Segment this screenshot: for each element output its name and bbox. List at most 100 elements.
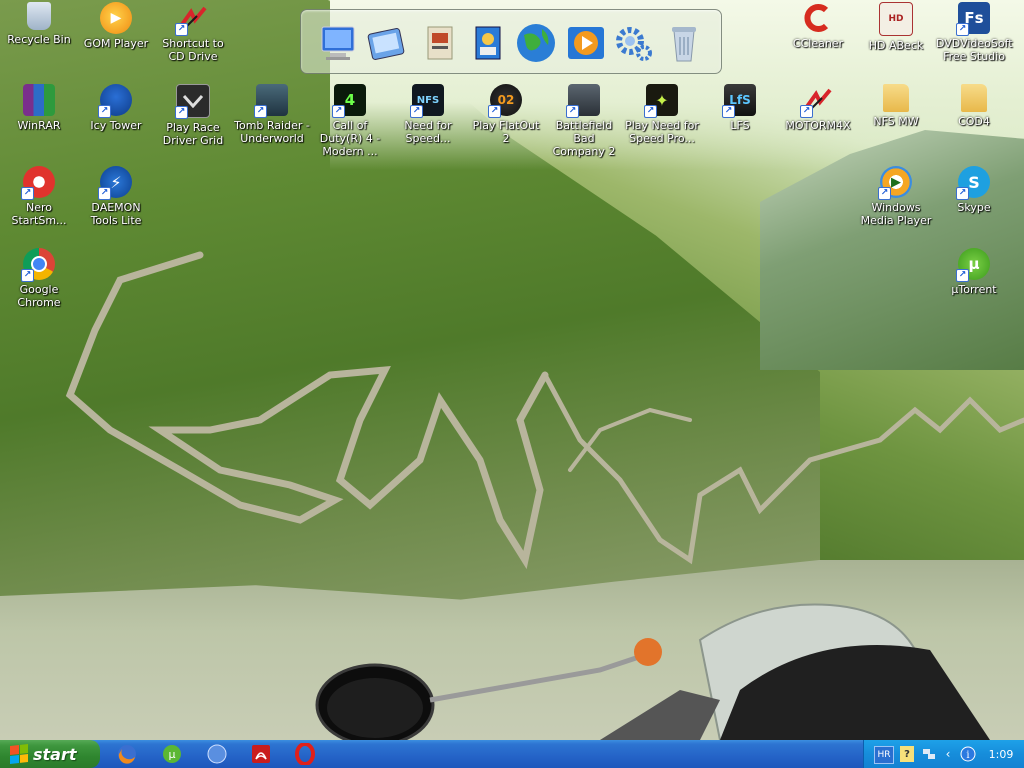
desktop-icon-lfs[interactable]: LfS ↗ LFS — [702, 84, 778, 132]
desktop-icon-label: DAEMON Tools Lite — [90, 201, 142, 227]
desktop-icon-motorm4x[interactable]: ↗ MOTORM4X — [780, 84, 856, 132]
desktop-icon-label: NFS MW — [873, 115, 919, 128]
desktop-icon-label: Recycle Bin — [7, 33, 71, 46]
desktop-icon-label: HD ABeck — [868, 39, 924, 52]
adobe-reader-icon[interactable] — [250, 743, 272, 765]
shortcut-arrow-icon: ↗ — [644, 105, 657, 118]
start-button[interactable]: start — [0, 740, 100, 768]
utorrent-icon[interactable]: µ — [161, 743, 183, 765]
desktop-icon-label: Nero StartSm... — [11, 201, 67, 227]
ccleaner-icon — [802, 2, 834, 34]
desktop-icon-label: Skype — [957, 201, 991, 214]
shortcut-arrow-icon: ↗ — [488, 105, 501, 118]
icy-tower-icon: ↗ — [98, 84, 132, 118]
info-icon[interactable]: i — [960, 746, 976, 762]
shortcut-arrow-icon: ↗ — [800, 105, 813, 118]
skype-icon: S ↗ — [956, 166, 990, 200]
media-player-icon[interactable] — [563, 20, 609, 66]
shortcut-arrow-icon: ↗ — [722, 105, 735, 118]
winrar-icon — [23, 84, 55, 116]
desktop-icon-daemon-tools[interactable]: ⚡ ↗ DAEMON Tools Lite — [78, 166, 154, 227]
desktop-icon-ccleaner[interactable]: CCleaner — [780, 2, 856, 50]
help-icon[interactable]: ? — [900, 746, 914, 762]
hd-abeck-icon: HD — [879, 2, 913, 36]
need-for-speed-icon: NFS ↗ — [410, 84, 444, 118]
flatout-2-icon: 02 ↗ — [488, 84, 522, 118]
shortcut-arrow-icon: ↗ — [98, 187, 111, 200]
desktop-icon-need-for-speed[interactable]: NFS ↗ Need for Speed... — [390, 84, 466, 145]
desktop-icon-battlefield[interactable]: ↗ Battlefield Bad Company 2 — [546, 84, 622, 158]
desktop-icon-dvdvideosoft[interactable]: Fs ↗ DVDVideoSoft Free Studio — [936, 2, 1013, 63]
motorm4x-icon: ↗ — [175, 2, 209, 36]
desktop-icon-cd-drive[interactable]: ↗ Shortcut to CD Drive — [155, 2, 231, 63]
motorm4x-icon: ↗ — [800, 84, 834, 118]
desktop-icon-folder-nfs-mw[interactable]: NFS MW — [858, 84, 934, 128]
gom-player-icon: ▶ — [100, 2, 132, 34]
windows-media-player-icon: ▶ ↗ — [878, 166, 912, 200]
desktop-icon-label: Shortcut to CD Drive — [162, 37, 224, 63]
desktop-icon-call-of-duty[interactable]: 4 ↗ Call of Duty(R) 4 - Modern ... — [312, 84, 388, 158]
language-indicator[interactable]: HR — [874, 746, 894, 764]
desktop-icon-gom-player[interactable]: ▶ GOM Player — [78, 2, 154, 50]
settings-gears-icon[interactable] — [611, 20, 657, 66]
shortcut-arrow-icon: ↗ — [254, 105, 267, 118]
shortcut-arrow-icon: ↗ — [566, 105, 579, 118]
desktop-icon-tomb-raider[interactable]: ↗ Tomb Raider - Underworld — [234, 84, 310, 145]
show-hidden-icons-chevron-icon[interactable]: ‹ — [942, 746, 954, 762]
race-driver-grid-icon: ↗ — [175, 84, 210, 119]
recycle-bin-icon — [27, 2, 51, 30]
desktop-icon-google-chrome[interactable]: ↗ Google Chrome — [1, 248, 77, 309]
google-chrome-icon: ↗ — [21, 248, 55, 282]
shortcut-arrow-icon: ↗ — [956, 269, 969, 282]
shortcut-arrow-icon: ↗ — [956, 23, 969, 36]
firefox-icon[interactable] — [116, 743, 138, 765]
dock-bar — [300, 9, 722, 74]
windows-logo-icon — [10, 744, 28, 764]
shortcut-arrow-icon: ↗ — [878, 187, 891, 200]
taskbar: start µ HR ? ‹ i 1:09 — [0, 740, 1024, 768]
nfs-prostreet-icon: ✦ ↗ — [644, 84, 678, 118]
desktop-icon-utorrent[interactable]: µ ↗ µTorrent — [936, 248, 1012, 296]
folder-icon — [883, 84, 909, 112]
nero-icon: ↗ — [21, 166, 55, 200]
call-of-duty-icon: 4 ↗ — [332, 84, 366, 118]
internet-globe-icon[interactable] — [513, 20, 559, 66]
system-tray: HR ? ‹ i 1:09 — [863, 740, 1024, 768]
tomb-raider-icon: ↗ — [254, 84, 288, 118]
network-icon[interactable] — [922, 746, 936, 762]
desktop-icon-windows-media-player[interactable]: ▶ ↗ Windows Media Player — [858, 166, 934, 227]
desktop-icon-label: Play Need for Speed Pro... — [625, 119, 699, 145]
desktop-icon-label: LFS — [730, 119, 750, 132]
desktop-icon-winrar[interactable]: WinRAR — [1, 84, 77, 132]
svg-text:i: i — [966, 750, 969, 761]
shortcut-arrow-icon: ↗ — [332, 105, 345, 118]
desktop-icon-nero[interactable]: ↗ Nero StartSm... — [1, 166, 77, 227]
control-panel-icon[interactable] — [363, 20, 409, 66]
desktop-icon-skype[interactable]: S ↗ Skype — [936, 166, 1012, 214]
shortcut-arrow-icon: ↗ — [98, 105, 111, 118]
desktop-icon-recycle-bin[interactable]: Recycle Bin — [1, 2, 77, 46]
desktop-icon-race-driver-grid[interactable]: ↗ Play Race Driver Grid — [155, 84, 231, 147]
desktop-icon-icy-tower[interactable]: ↗ Icy Tower — [78, 84, 154, 132]
my-documents-icon[interactable] — [417, 20, 463, 66]
desktop-icon-label: µTorrent — [951, 283, 997, 296]
desktop-icon-label: COD4 — [958, 115, 990, 128]
shortcut-arrow-icon: ↗ — [21, 269, 34, 282]
desktop-icon-nfs-prostreet[interactable]: ✦ ↗ Play Need for Speed Pro... — [624, 84, 700, 145]
my-pictures-icon[interactable] — [465, 20, 511, 66]
opera-icon[interactable] — [294, 743, 316, 765]
globe-icon[interactable] — [206, 743, 228, 765]
desktop-icon-folder-cod4[interactable]: COD4 — [936, 84, 1012, 128]
svg-text:µ: µ — [169, 748, 176, 761]
shortcut-arrow-icon: ↗ — [175, 106, 188, 119]
desktop-icon-flatout-2[interactable]: 02 ↗ Play FlatOut 2 — [468, 84, 544, 145]
desktop-icon-hd-abeck[interactable]: HD HD ABeck — [858, 2, 934, 52]
desktop-icon-label: Tomb Raider - Underworld — [234, 119, 310, 145]
clock[interactable]: 1:09 — [984, 746, 1018, 762]
my-computer-icon[interactable] — [315, 20, 361, 66]
desktop-icon-label: Need for Speed... — [404, 119, 452, 145]
desktop-icon-label: WinRAR — [17, 119, 61, 132]
recycle-bin-icon[interactable] — [661, 20, 707, 66]
desktop-icon-label: Icy Tower — [90, 119, 142, 132]
desktop-icon-label: Call of Duty(R) 4 - Modern ... — [319, 119, 381, 158]
